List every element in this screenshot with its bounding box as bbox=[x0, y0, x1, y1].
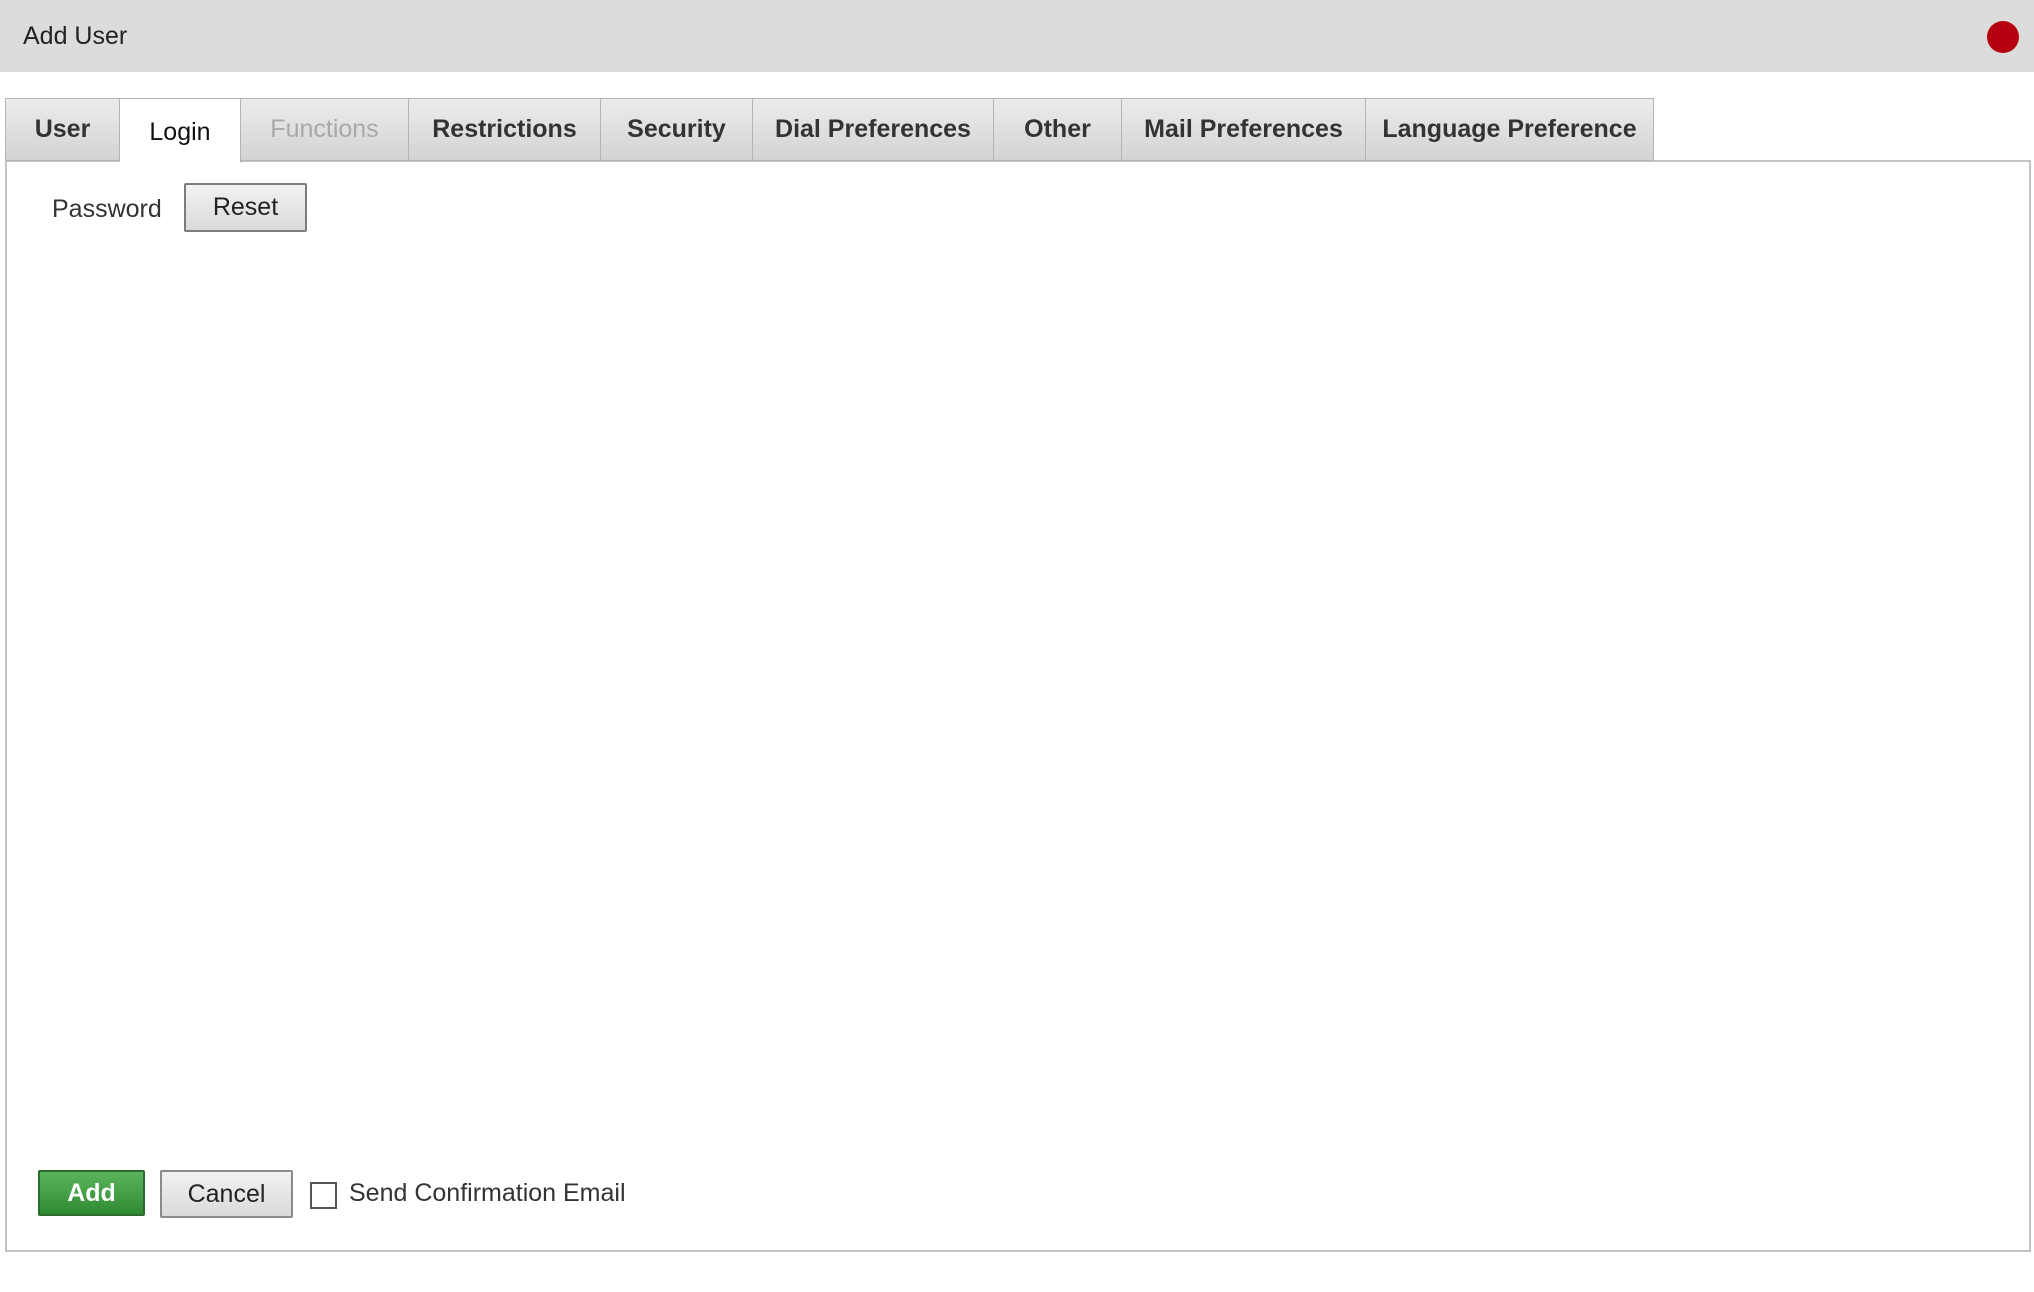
tab-bar: User Login Functions Restrictions Securi… bbox=[5, 98, 1654, 163]
tab-language-preference[interactable]: Language Preference bbox=[1366, 98, 1654, 161]
tab-other[interactable]: Other bbox=[994, 98, 1122, 161]
tab-security[interactable]: Security bbox=[601, 98, 753, 161]
add-button[interactable]: Add bbox=[38, 1170, 145, 1216]
login-tab-panel: Password Reset Add Cancel Send Confirmat… bbox=[5, 160, 2031, 1252]
password-label: Password bbox=[52, 195, 162, 223]
tab-dial-preferences[interactable]: Dial Preferences bbox=[753, 98, 994, 161]
dialog-title: Add User bbox=[23, 22, 128, 50]
tab-login[interactable]: Login bbox=[120, 98, 241, 163]
tab-user[interactable]: User bbox=[5, 98, 120, 161]
send-confirmation-email-label[interactable]: Send Confirmation Email bbox=[349, 1178, 626, 1208]
tab-functions: Functions bbox=[241, 98, 409, 161]
tab-restrictions[interactable]: Restrictions bbox=[409, 98, 601, 161]
reset-password-button[interactable]: Reset bbox=[184, 183, 307, 232]
tab-mail-preferences[interactable]: Mail Preferences bbox=[1122, 98, 1366, 161]
send-confirmation-email-checkbox[interactable] bbox=[310, 1182, 337, 1209]
close-icon[interactable] bbox=[1987, 21, 2019, 53]
dialog-titlebar: Add User bbox=[0, 0, 2034, 72]
cancel-button[interactable]: Cancel bbox=[160, 1170, 293, 1218]
